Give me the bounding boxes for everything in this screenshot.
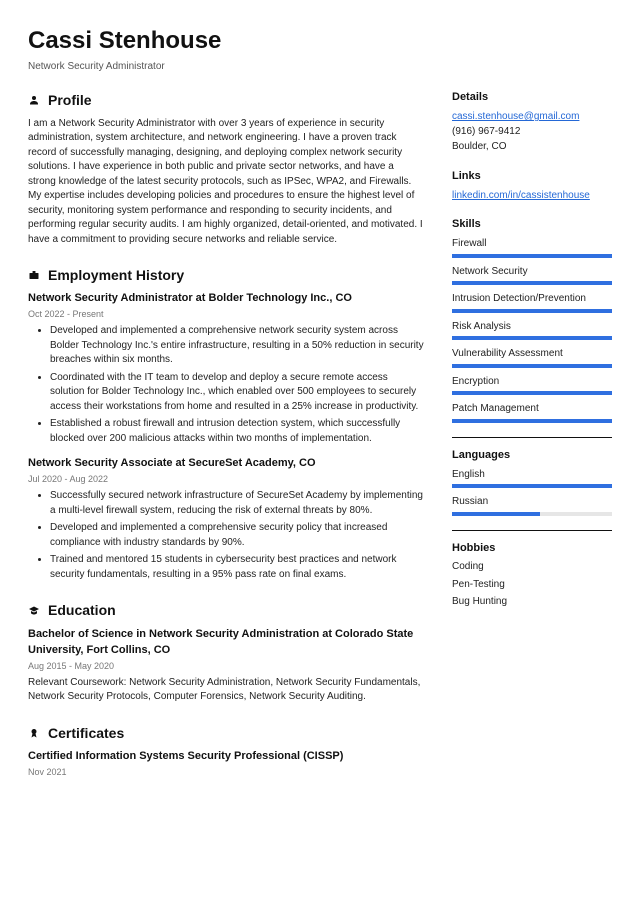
education-entry: Bachelor of Science in Network Security … [28, 627, 424, 705]
certificate-dates: Nov 2021 [28, 766, 424, 779]
job-dates: Oct 2022 - Present [28, 308, 424, 321]
skill-bar [452, 336, 612, 340]
language-bar [452, 512, 612, 516]
person-role: Network Security Administrator [28, 60, 612, 75]
hobby-item: Coding [452, 560, 612, 575]
job-bullet: Successfully secured network infrastruct… [50, 489, 424, 518]
education-title: Education [48, 600, 116, 620]
job-bullets: Successfully secured network infrastruct… [28, 489, 424, 582]
external-link[interactable]: linkedin.com/in/cassistenhouse [452, 190, 590, 201]
skill-bar [452, 309, 612, 313]
job-bullet: Developed and implemented a comprehensiv… [50, 521, 424, 550]
skill-label: Intrusion Detection/Prevention [452, 292, 612, 307]
profile-title: Profile [48, 90, 92, 110]
skill-item: Encryption [452, 375, 612, 396]
language-bar [452, 484, 612, 488]
skill-item: Firewall [452, 237, 612, 258]
divider [452, 437, 612, 438]
sidebar: Details cassi.stenhouse@gmail.com (916) … [452, 90, 612, 789]
job-entry: Network Security Associate at SecureSet … [28, 456, 424, 582]
skill-label: Vulnerability Assessment [452, 347, 612, 362]
email-link[interactable]: cassi.stenhouse@gmail.com [452, 111, 579, 122]
briefcase-icon [28, 269, 40, 281]
skill-label: Risk Analysis [452, 320, 612, 335]
divider [452, 530, 612, 531]
skill-bar [452, 364, 612, 368]
language-item: Russian [452, 495, 612, 516]
links-title: Links [452, 169, 612, 185]
job-dates: Jul 2020 - Aug 2022 [28, 473, 424, 486]
employment-section: Employment History Network Security Admi… [28, 265, 424, 582]
education-degree: Bachelor of Science in Network Security … [28, 627, 424, 659]
certificate-entry: Certified Information Systems Security P… [28, 749, 424, 779]
profile-text: I am a Network Security Administrator wi… [28, 117, 424, 248]
hobby-item: Pen-Testing [452, 578, 612, 593]
certificates-title: Certificates [48, 723, 124, 743]
job-bullet: Developed and implemented a comprehensiv… [50, 324, 424, 368]
job-bullet: Established a robust firewall and intrus… [50, 417, 424, 446]
hobby-item: Bug Hunting [452, 595, 612, 610]
job-title: Network Security Associate at SecureSet … [28, 456, 424, 472]
person-icon [28, 94, 40, 106]
skill-label: Firewall [452, 237, 612, 252]
hobbies-section: Hobbies Coding Pen-Testing Bug Hunting [452, 541, 612, 610]
skill-item: Risk Analysis [452, 320, 612, 341]
job-title: Network Security Administrator at Bolder… [28, 291, 424, 307]
education-section: Education Bachelor of Science in Network… [28, 600, 424, 704]
job-bullets: Developed and implemented a comprehensiv… [28, 324, 424, 446]
details-section: Details cassi.stenhouse@gmail.com (916) … [452, 90, 612, 154]
person-name: Cassi Stenhouse [28, 24, 612, 59]
language-label: Russian [452, 495, 612, 510]
details-title: Details [452, 90, 612, 106]
skill-bar [452, 391, 612, 395]
skill-bar [452, 281, 612, 285]
job-bullet: Trained and mentored 15 students in cybe… [50, 553, 424, 582]
job-bullet: Coordinated with the IT team to develop … [50, 371, 424, 415]
header: Cassi Stenhouse Network Security Adminis… [28, 24, 612, 74]
main-column: Profile I am a Network Security Administ… [28, 90, 424, 789]
award-icon [28, 727, 40, 739]
skill-item: Vulnerability Assessment [452, 347, 612, 368]
employment-title: Employment History [48, 265, 184, 285]
location-text: Boulder, CO [452, 140, 612, 155]
skill-bar [452, 419, 612, 423]
education-dates: Aug 2015 - May 2020 [28, 660, 424, 673]
skill-label: Network Security [452, 265, 612, 280]
hobbies-title: Hobbies [452, 541, 612, 557]
language-label: English [452, 468, 612, 483]
certificate-title: Certified Information Systems Security P… [28, 749, 424, 765]
skill-item: Patch Management [452, 402, 612, 423]
skills-title: Skills [452, 217, 612, 233]
profile-section: Profile I am a Network Security Administ… [28, 90, 424, 247]
languages-title: Languages [452, 448, 612, 464]
job-entry: Network Security Administrator at Bolder… [28, 291, 424, 446]
links-section: Links linkedin.com/in/cassistenhouse [452, 169, 612, 203]
languages-section: Languages English Russian [452, 448, 612, 516]
graduation-icon [28, 605, 40, 617]
education-text: Relevant Coursework: Network Security Ad… [28, 676, 424, 705]
skills-section: Skills Firewall Network Security Intrusion… [452, 217, 612, 422]
skill-item: Network Security [452, 265, 612, 286]
skill-label: Patch Management [452, 402, 612, 417]
language-item: English [452, 468, 612, 489]
certificates-section: Certificates Certified Information Syste… [28, 723, 424, 779]
skill-label: Encryption [452, 375, 612, 390]
skill-bar [452, 254, 612, 258]
phone-text: (916) 967-9412 [452, 125, 612, 140]
skill-item: Intrusion Detection/Prevention [452, 292, 612, 313]
